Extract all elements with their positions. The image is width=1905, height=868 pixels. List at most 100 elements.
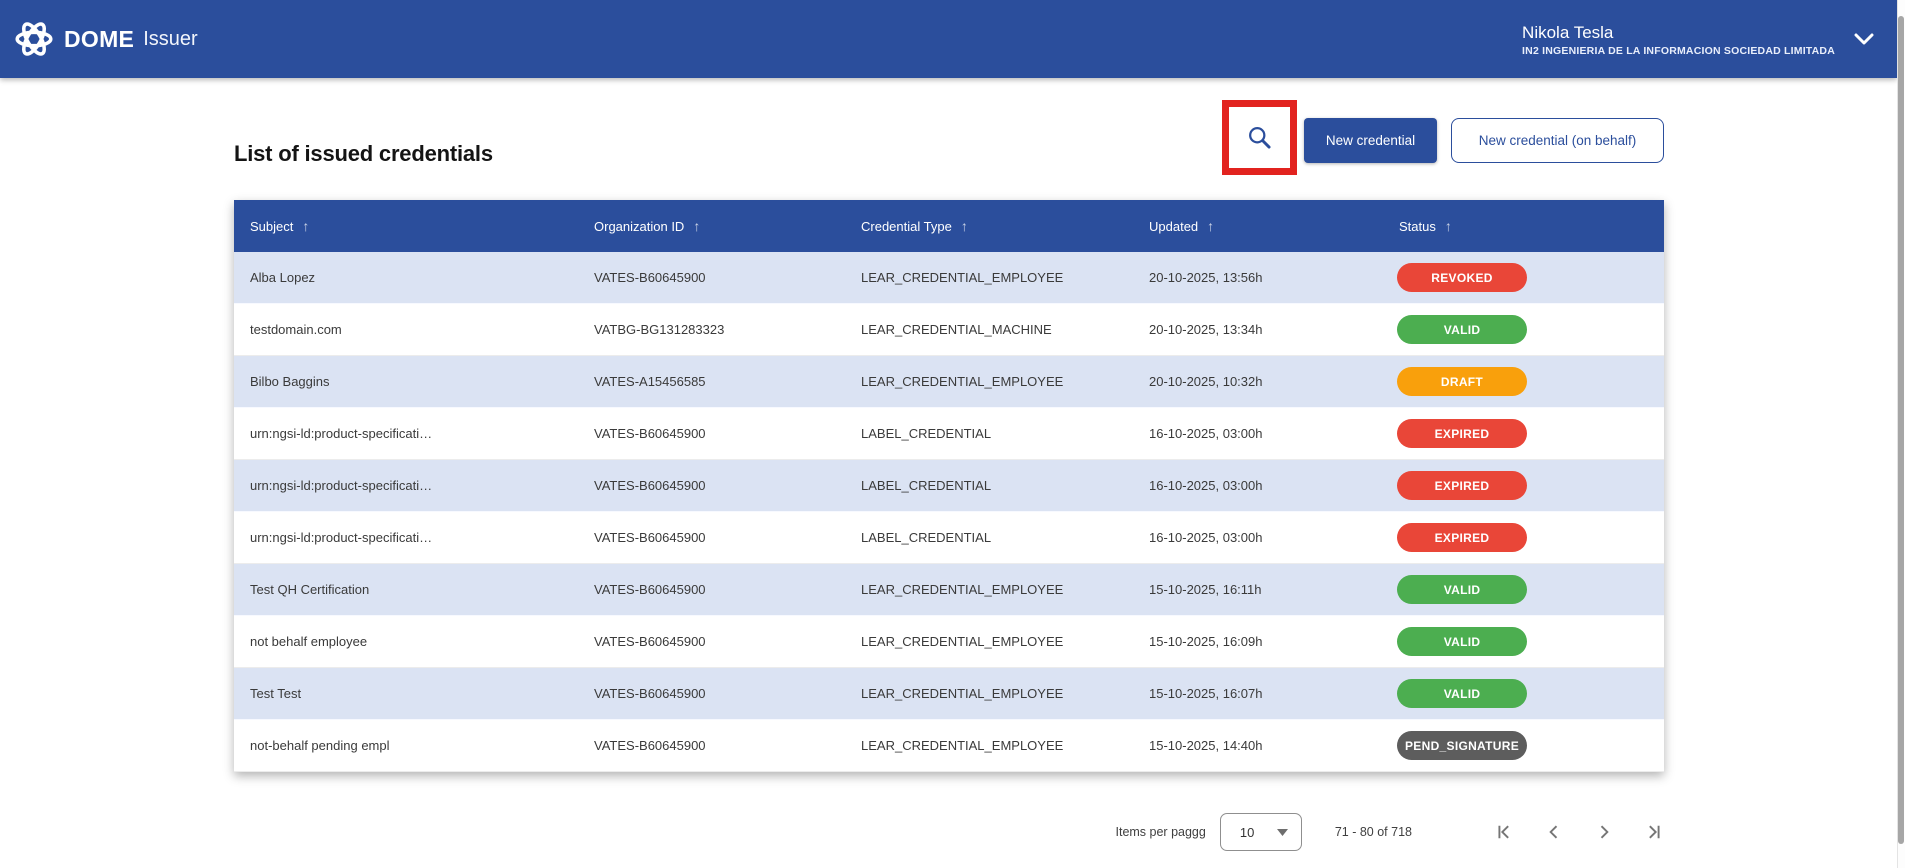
- dome-logo-icon: [13, 18, 55, 60]
- table-row[interactable]: not behalf employee VATES-B60645900 LEAR…: [234, 616, 1664, 668]
- range-label: 71 - 80 of 718: [1335, 825, 1412, 839]
- table-row[interactable]: Alba Lopez VATES-B60645900 LEAR_CREDENTI…: [234, 252, 1664, 304]
- table-row[interactable]: Test QH Certification VATES-B60645900 LE…: [234, 564, 1664, 616]
- cell-credential-type: LEAR_CREDENTIAL_EMPLOYEE: [845, 686, 1133, 701]
- cell-subject: Alba Lopez: [234, 270, 578, 285]
- annotation-highlight: [1222, 100, 1297, 175]
- next-page-button[interactable]: [1594, 822, 1614, 842]
- table-body: Alba Lopez VATES-B60645900 LEAR_CREDENTI…: [234, 252, 1664, 772]
- cell-credential-type: LABEL_CREDENTIAL: [845, 426, 1133, 441]
- dropdown-caret-icon: [1277, 829, 1288, 836]
- credentials-table: Subject ↑ Organization ID ↑ Credential T…: [234, 200, 1664, 772]
- table-row[interactable]: Test Test VATES-B60645900 LEAR_CREDENTIA…: [234, 668, 1664, 720]
- cell-credential-type: LABEL_CREDENTIAL: [845, 478, 1133, 493]
- brand: DOME Issuer: [13, 18, 198, 60]
- cell-organization-id: VATES-B60645900: [578, 634, 845, 649]
- status-badge: VALID: [1397, 575, 1527, 604]
- cell-organization-id: VATBG-BG131283323: [578, 322, 845, 337]
- table-row[interactable]: urn:ngsi-ld:product-specificati… VATES-B…: [234, 460, 1664, 512]
- status-badge: PEND_SIGNATURE: [1397, 731, 1527, 760]
- cell-updated: 15-10-2025, 16:11h: [1133, 582, 1383, 597]
- cell-organization-id: VATES-B60645900: [578, 478, 845, 493]
- cell-organization-id: VATES-B60645900: [578, 426, 845, 441]
- cell-updated: 16-10-2025, 03:00h: [1133, 478, 1383, 493]
- user-organization: IN2 INGENIERIA DE LA INFORMACION SOCIEDA…: [1522, 45, 1835, 57]
- last-page-icon: [1644, 822, 1664, 842]
- cell-organization-id: VATES-B60645900: [578, 530, 845, 545]
- user-menu[interactable]: Nikola Tesla IN2 INGENIERIA DE LA INFORM…: [1522, 0, 1875, 78]
- user-name: Nikola Tesla: [1522, 22, 1613, 43]
- previous-page-icon: [1544, 822, 1564, 842]
- cell-credential-type: LEAR_CREDENTIAL_EMPLOYEE: [845, 374, 1133, 389]
- table-row[interactable]: Bilbo Baggins VATES-A15456585 LEAR_CREDE…: [234, 356, 1664, 408]
- cell-organization-id: VATES-B60645900: [578, 686, 845, 701]
- items-per-page-value: 10: [1240, 825, 1254, 840]
- cell-updated: 15-10-2025, 14:40h: [1133, 738, 1383, 753]
- sort-arrow-icon: ↑: [1445, 218, 1452, 234]
- first-page-button[interactable]: [1494, 822, 1514, 842]
- column-header-status[interactable]: Status ↑: [1383, 218, 1664, 234]
- cell-subject: Test QH Certification: [234, 582, 578, 597]
- page-title: List of issued credentials: [234, 141, 493, 167]
- cell-credential-type: LEAR_CREDENTIAL_EMPLOYEE: [845, 582, 1133, 597]
- status-badge: REVOKED: [1397, 263, 1527, 292]
- table-row[interactable]: urn:ngsi-ld:product-specificati… VATES-B…: [234, 408, 1664, 460]
- cell-subject: urn:ngsi-ld:product-specificati…: [234, 426, 578, 441]
- table-row[interactable]: not-behalf pending empl VATES-B60645900 …: [234, 720, 1664, 772]
- sort-arrow-icon: ↑: [961, 218, 968, 234]
- vertical-scrollbar: [1897, 0, 1905, 868]
- cell-updated: 15-10-2025, 16:07h: [1133, 686, 1383, 701]
- cell-credential-type: LEAR_CREDENTIAL_EMPLOYEE: [845, 270, 1133, 285]
- status-badge: EXPIRED: [1397, 471, 1527, 500]
- cell-subject: Bilbo Baggins: [234, 374, 578, 389]
- status-badge: VALID: [1397, 627, 1527, 656]
- app-header: DOME Issuer Nikola Tesla IN2 INGENIERIA …: [0, 0, 1897, 78]
- column-header-subject[interactable]: Subject ↑: [234, 218, 578, 234]
- brand-suffix: Issuer: [143, 28, 197, 51]
- cell-subject: Test Test: [234, 686, 578, 701]
- cell-credential-type: LABEL_CREDENTIAL: [845, 530, 1133, 545]
- table-row[interactable]: urn:ngsi-ld:product-specificati… VATES-B…: [234, 512, 1664, 564]
- column-header-credential-type[interactable]: Credential Type ↑: [845, 218, 1133, 234]
- cell-subject: not behalf employee: [234, 634, 578, 649]
- cell-credential-type: LEAR_CREDENTIAL_EMPLOYEE: [845, 634, 1133, 649]
- cell-updated: 15-10-2025, 16:09h: [1133, 634, 1383, 649]
- sort-arrow-icon: ↑: [693, 218, 700, 234]
- column-header-updated[interactable]: Updated ↑: [1133, 218, 1383, 234]
- cell-organization-id: VATES-B60645900: [578, 270, 845, 285]
- table-header-row: Subject ↑ Organization ID ↑ Credential T…: [234, 200, 1664, 252]
- cell-updated: 16-10-2025, 03:00h: [1133, 530, 1383, 545]
- new-credential-on-behalf-button[interactable]: New credential (on behalf): [1451, 118, 1664, 163]
- chevron-down-icon: [1853, 33, 1875, 46]
- sort-arrow-icon: ↑: [302, 218, 309, 234]
- cell-credential-type: LEAR_CREDENTIAL_EMPLOYEE: [845, 738, 1133, 753]
- search-button[interactable]: [1246, 124, 1273, 151]
- pagination: Items per paggg 10 71 - 80 of 718: [1116, 806, 1665, 858]
- first-page-icon: [1494, 822, 1514, 842]
- status-badge: DRAFT: [1397, 367, 1527, 396]
- last-page-button[interactable]: [1644, 822, 1664, 842]
- scrollbar-thumb[interactable]: [1898, 16, 1904, 844]
- cell-updated: 20-10-2025, 13:56h: [1133, 270, 1383, 285]
- items-per-page-label: Items per paggg: [1116, 825, 1206, 839]
- cell-updated: 20-10-2025, 10:32h: [1133, 374, 1383, 389]
- pagination-nav: [1464, 822, 1664, 842]
- cell-updated: 16-10-2025, 03:00h: [1133, 426, 1383, 441]
- new-credential-button[interactable]: New credential: [1304, 118, 1437, 163]
- cell-subject: not-behalf pending empl: [234, 738, 578, 753]
- cell-subject: urn:ngsi-ld:product-specificati…: [234, 530, 578, 545]
- column-header-organization-id[interactable]: Organization ID ↑: [578, 218, 845, 234]
- status-badge: EXPIRED: [1397, 419, 1527, 448]
- cell-subject: testdomain.com: [234, 322, 578, 337]
- search-icon: [1246, 124, 1273, 151]
- status-badge: EXPIRED: [1397, 523, 1527, 552]
- cell-credential-type: LEAR_CREDENTIAL_MACHINE: [845, 322, 1133, 337]
- brand-name: DOME: [64, 26, 134, 53]
- previous-page-button[interactable]: [1544, 822, 1564, 842]
- cell-organization-id: VATES-A15456585: [578, 374, 845, 389]
- table-row[interactable]: testdomain.com VATBG-BG131283323 LEAR_CR…: [234, 304, 1664, 356]
- cell-organization-id: VATES-B60645900: [578, 738, 845, 753]
- sort-arrow-icon: ↑: [1207, 218, 1214, 234]
- items-per-page-select[interactable]: 10: [1220, 813, 1302, 851]
- status-badge: VALID: [1397, 679, 1527, 708]
